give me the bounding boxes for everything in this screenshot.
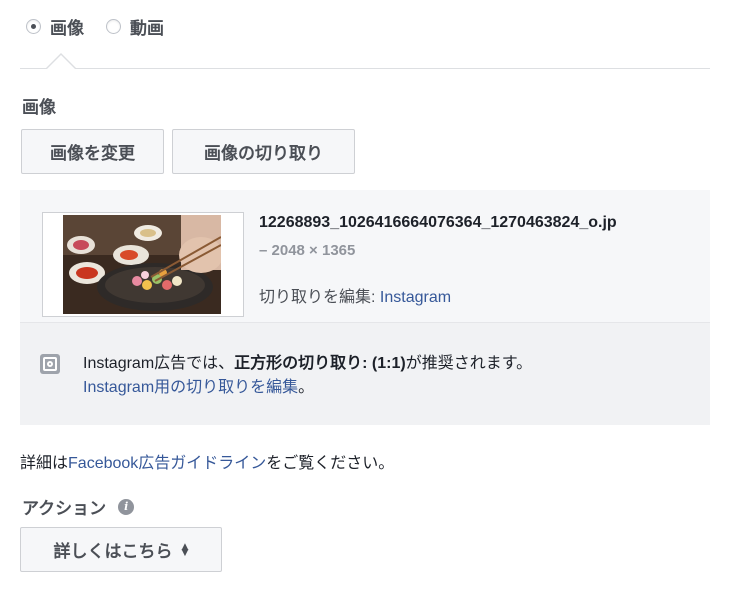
action-label: アクション: [22, 499, 107, 519]
change-image-button[interactable]: 画像を変更: [21, 129, 164, 174]
edit-instagram-crop-link[interactable]: Instagram用の切り取りを編集: [83, 379, 298, 396]
action-select[interactable]: 詳しくはこちら ▲ ▼: [20, 527, 222, 572]
radio-checked-icon[interactable]: [26, 19, 41, 34]
guidelines-text: 詳細はFacebook広告ガイドラインをご覧ください。: [20, 455, 395, 472]
instagram-crop-notice: Instagram広告では、正方形の切り取り: (1:1)が推奨されます。 In…: [83, 355, 533, 396]
image-thumbnail[interactable]: [42, 212, 244, 317]
divider: [20, 68, 710, 69]
image-radio-label: 画像: [50, 19, 84, 39]
image-filename: 12268893_1026416664076364_1270463824_o.j…: [259, 214, 617, 231]
crop-image-button[interactable]: 画像の切り取り: [172, 129, 355, 174]
media-type-radio-group: 画像 動画: [26, 14, 186, 39]
image-info-area: 12268893_1026416664076364_1270463824_o.j…: [20, 190, 710, 323]
square-crop-recommendation: 正方形の切り取り: (1:1): [234, 355, 406, 372]
image-section-label: 画像: [22, 98, 56, 118]
crop-edit-label: 切り取りを編集:: [259, 289, 380, 306]
action-select-value: 詳しくはこちら: [53, 542, 173, 562]
info-icon[interactable]: i: [118, 498, 135, 515]
image-radio[interactable]: 画像: [26, 14, 84, 39]
video-radio-label: 動画: [130, 19, 164, 39]
radio-unchecked-icon[interactable]: [106, 19, 121, 34]
instagram-icon: [40, 354, 60, 374]
crop-edit-instagram-link[interactable]: Instagram: [380, 289, 451, 306]
action-section: アクション i: [22, 494, 135, 519]
crop-edit-row: 切り取りを編集: Instagram: [259, 283, 451, 307]
select-arrows-icon: ▲ ▼: [181, 541, 189, 558]
food-photo: [63, 215, 221, 314]
image-preview-panel: 12268893_1026416664076364_1270463824_o.j…: [20, 190, 710, 425]
image-dimensions: – 2048 × 1365: [259, 242, 356, 259]
video-radio[interactable]: 動画: [106, 14, 164, 39]
ad-guidelines-link[interactable]: Facebook広告ガイドライン: [68, 455, 266, 472]
